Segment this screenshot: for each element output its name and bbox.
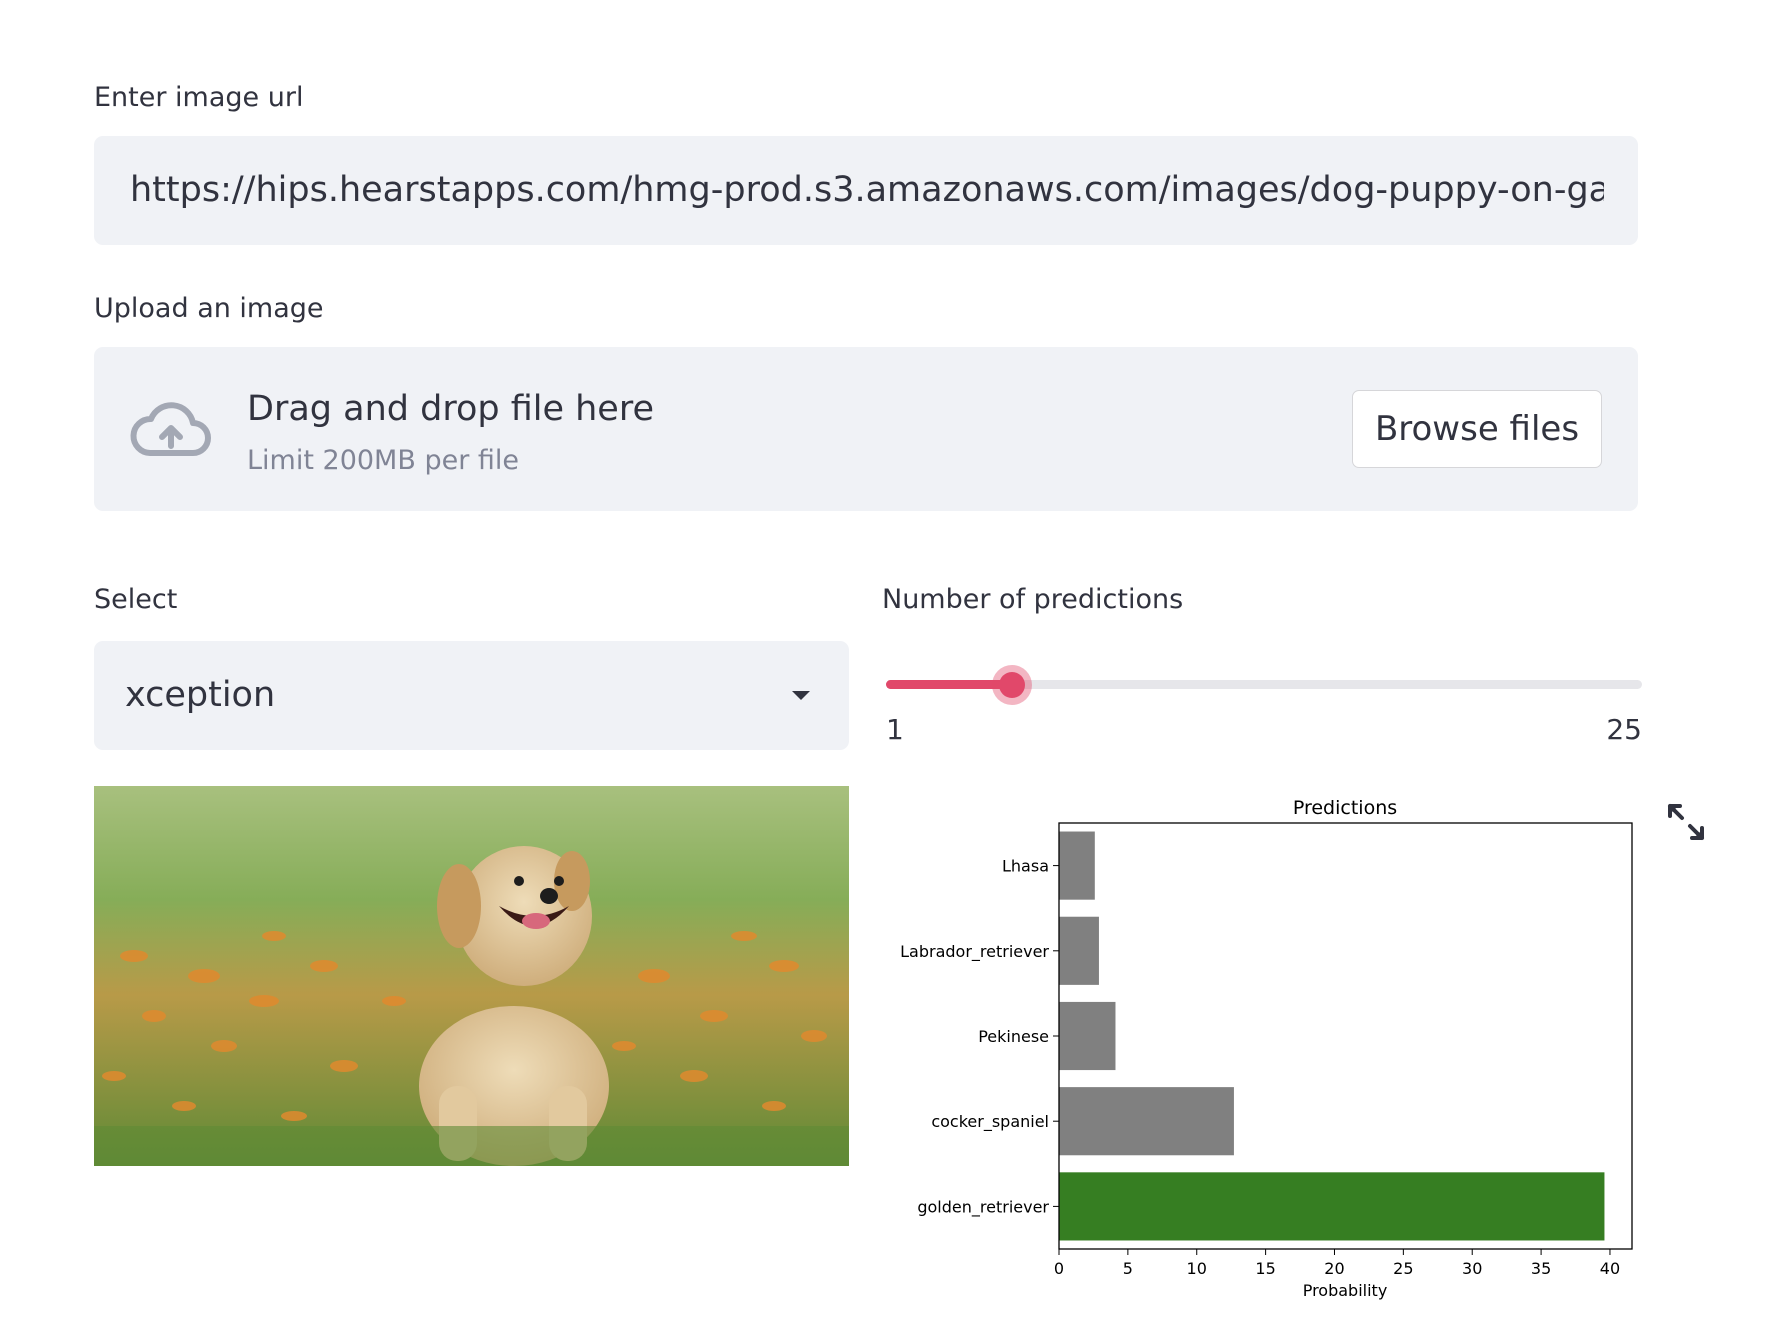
chart-bar-golden-retriever: [1059, 1172, 1605, 1241]
url-input[interactable]: https://hips.hearstapps.com/hmg-prod.s3.…: [130, 136, 1604, 245]
slider-max-label: 25: [1606, 713, 1642, 746]
x-tick-label: 5: [1123, 1259, 1133, 1278]
upload-label: Upload an image: [94, 293, 324, 324]
slider-min-label: 1: [886, 713, 904, 746]
y-tick-label: Pekinese: [978, 1027, 1049, 1046]
x-tick-label: 15: [1255, 1259, 1275, 1278]
chart-title: Predictions: [1293, 797, 1397, 819]
chart-bar-pekinese: [1059, 1001, 1116, 1071]
y-tick-label: Labrador_retriever: [900, 942, 1049, 962]
chart-bar-cocker-spaniel: [1059, 1087, 1234, 1156]
predictions-chart: Predictions Lhasa Labrador_retriever Pekin…: [900, 797, 1633, 1300]
dropzone-limit: Limit 200MB per file: [247, 445, 520, 476]
url-label: Enter image url: [94, 82, 304, 113]
browse-files-button[interactable]: Browse files: [1352, 390, 1602, 468]
chart-bars: [1059, 831, 1605, 1241]
chart-y-ticks: Lhasa Labrador_retriever Pekinese cocker_sp…: [900, 857, 1059, 1217]
expand-arrows-icon[interactable]: [1666, 802, 1706, 842]
y-tick-label: cocker_spaniel: [931, 1112, 1049, 1132]
x-tick-label: 10: [1187, 1259, 1207, 1278]
slider-label: Number of predictions: [882, 584, 1184, 615]
slider-thumb[interactable]: [999, 672, 1025, 698]
chart-bar-labrador-retriever: [1059, 916, 1099, 985]
uploaded-image: [94, 786, 849, 1166]
model-select-value: xception: [125, 675, 276, 715]
y-tick-label: golden_retriever: [917, 1197, 1049, 1217]
predictions-slider[interactable]: [886, 665, 1642, 705]
cloud-upload-icon: [130, 402, 211, 456]
model-select[interactable]: xception: [94, 641, 849, 750]
dropzone-title: Drag and drop file here: [247, 389, 654, 429]
chevron-down-icon: [792, 691, 810, 700]
chart-bar-lhasa: [1059, 831, 1095, 900]
x-tick-label: 30: [1462, 1259, 1482, 1278]
file-dropzone[interactable]: Drag and drop file here Limit 200MB per …: [94, 347, 1638, 511]
select-label: Select: [94, 584, 178, 615]
x-tick-label: 35: [1531, 1259, 1551, 1278]
x-tick-label: 20: [1324, 1259, 1344, 1278]
chart-x-ticks: 0 5 10 15 20 25 30 35 40: [1054, 1249, 1620, 1278]
x-tick-label: 25: [1393, 1259, 1413, 1278]
app-page: Enter image url https://hips.hearstapps.…: [0, 0, 1788, 1330]
chart-x-label: Probability: [1303, 1281, 1388, 1300]
url-input-container[interactable]: https://hips.hearstapps.com/hmg-prod.s3.…: [94, 136, 1638, 245]
x-tick-label: 0: [1054, 1259, 1064, 1278]
x-tick-label: 40: [1600, 1259, 1620, 1278]
y-tick-label: Lhasa: [1002, 857, 1049, 876]
